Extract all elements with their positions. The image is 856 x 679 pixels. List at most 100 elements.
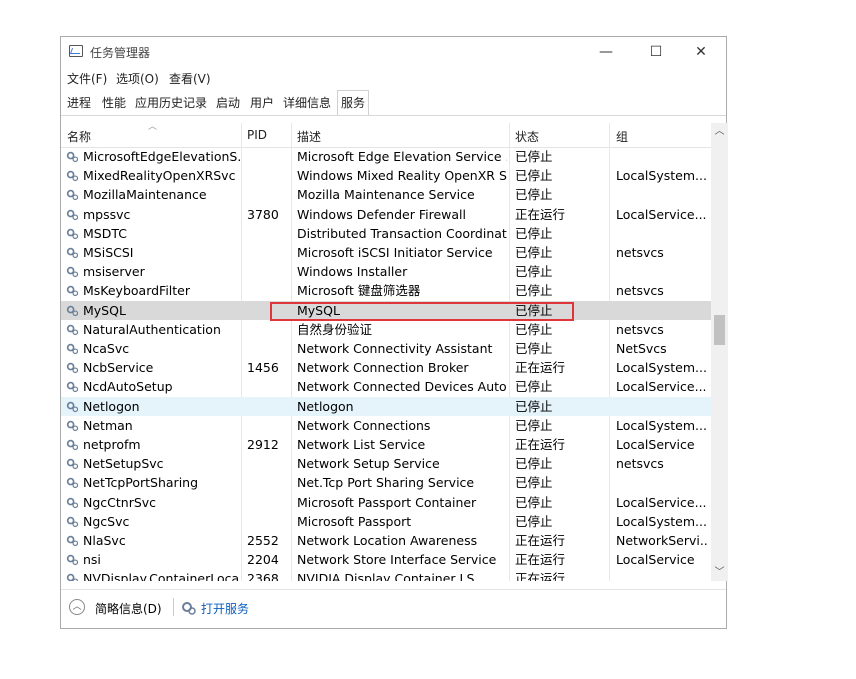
table-row[interactable]: nsi 2204 Network Store Interface Service 正在… (61, 550, 711, 569)
tab-startup[interactable]: 启动 (216, 93, 240, 113)
menu-file[interactable]: 文件(F) (67, 70, 107, 87)
column-header-status[interactable]: 状态 (515, 128, 539, 145)
service-gear-icon (66, 439, 79, 451)
table-row[interactable]: msiserver Windows Installer 已停止 (61, 262, 711, 281)
tab-app-history[interactable]: 应用历史记录 (135, 93, 207, 113)
table-row[interactable]: NgcCtnrSvc Microsoft Passport Container 已停… (61, 493, 711, 512)
menu-options[interactable]: 选项(O) (116, 70, 159, 87)
column-header-description[interactable]: 描述 (297, 128, 321, 145)
cell-description: Network Setup Service (297, 456, 440, 472)
cell-group: netsvcs (616, 283, 664, 299)
column-header-name[interactable]: 名称 (67, 128, 91, 145)
cell-name: NVDisplay.ContainerLoca... (83, 571, 240, 581)
table-row[interactable]: MSiSCSI Microsoft iSCSI Initiator Service… (61, 243, 711, 262)
cell-status: 正在运行 (515, 533, 566, 548)
table-row[interactable]: NgcSvc Microsoft Passport 已停止 LocalSystem..… (61, 512, 711, 531)
cell-status: 已停止 (515, 321, 553, 337)
cell-description: Network Connectivity Assistant (297, 341, 493, 356)
cell-status: 已停止 (515, 475, 553, 491)
tab-details[interactable]: 详细信息 (283, 93, 331, 113)
cell-description: Distributed Transaction Coordinat... (297, 225, 507, 241)
table-row[interactable]: MsKeyboardFilter Microsoft 键盘筛选器 已停止 netsvc… (61, 281, 711, 300)
cell-group: LocalService (616, 437, 695, 452)
table-row[interactable]: mpssvc 3780 Windows Defender Firewall 正在运行 L… (61, 205, 711, 224)
table-row[interactable]: NcdAutoSetup Network Connected Devices Au… (61, 377, 711, 396)
cell-name: MixedRealityOpenXRSvc (83, 168, 236, 184)
cell-name: NcdAutoSetup (83, 379, 173, 395)
cell-group: LocalSystem... (616, 417, 707, 433)
task-manager-window: 任务管理器 — ☐ ✕ 文件(F) 选项(O) 查看(V) 进程 性能 应用历史… (60, 36, 728, 629)
table-row[interactable]: MixedRealityOpenXRSvc Windows Mixed Reali… (61, 166, 711, 185)
cell-status: 已停止 (515, 187, 553, 203)
cell-status: 正在运行 (515, 437, 566, 452)
table-row[interactable]: Netman Network Connections 已停止 LocalSystem.… (61, 416, 711, 435)
cell-name: MSiSCSI (83, 245, 134, 260)
cell-pid: 3780 (247, 206, 279, 222)
cell-status: 正在运行 (515, 360, 566, 376)
tab-processes[interactable]: 进程 (67, 93, 91, 113)
open-services-link[interactable]: 打开服务 (201, 600, 249, 617)
cell-description: Microsoft Passport (297, 513, 412, 529)
menu-view[interactable]: 查看(V) (169, 70, 211, 87)
table-row[interactable]: NaturalAuthentication 自然身份验证 已停止 netsvcs (61, 320, 711, 339)
cell-group: LocalSystem... (616, 168, 707, 184)
cell-description: Network Connections (297, 417, 431, 433)
table-row[interactable]: Netlogon Netlogon 已停止 (61, 396, 711, 416)
cell-status: 已停止 (515, 398, 553, 414)
service-gear-icon (66, 458, 79, 470)
service-gear-icon (66, 209, 79, 220)
table-row[interactable]: NetSetupSvc Network Setup Service 已停止 netsv… (61, 454, 711, 473)
scroll-up-icon[interactable]: ︿ (711, 123, 728, 140)
service-gear-icon (66, 535, 79, 547)
column-header-group[interactable]: 组 (616, 128, 628, 145)
cell-name: MySQL (83, 302, 126, 318)
cell-status: 已停止 (515, 149, 553, 164)
tab-performance[interactable]: 性能 (102, 93, 126, 113)
tab-users[interactable]: 用户 (250, 93, 274, 113)
table-row[interactable]: NVDisplay.ContainerLoca... 2368 NVIDIA Dis… (61, 569, 711, 581)
maximize-button[interactable]: ☐ (641, 41, 671, 63)
close-button[interactable]: ✕ (686, 41, 716, 63)
fewer-details-link[interactable]: 简略信息(D) (95, 600, 162, 617)
tab-services[interactable]: 服务 (337, 90, 370, 115)
table-row[interactable]: MicrosoftEdgeElevationS... Microsoft Edge… (61, 147, 711, 166)
title-bar[interactable]: 任务管理器 — ☐ ✕ (61, 37, 726, 67)
table-row[interactable]: NlaSvc 2552 Network Location Awareness 正在运行… (61, 531, 711, 550)
table-row[interactable]: NcaSvc Network Connectivity Assistant 已停止 N… (61, 339, 711, 358)
vertical-scrollbar[interactable]: ︿ ﹀ (711, 123, 728, 581)
footer-divider (173, 598, 174, 616)
menu-bar: 文件(F) 选项(O) 查看(V) (61, 67, 726, 87)
cell-status: 已停止 (515, 494, 553, 510)
service-gear-icon (66, 247, 79, 259)
service-gear-icon (66, 401, 79, 412)
cell-status: 正在运行 (515, 571, 566, 581)
cell-status: 已停止 (515, 513, 553, 529)
scroll-thumb[interactable] (714, 315, 725, 345)
service-gear-icon (66, 228, 79, 239)
minimize-button[interactable]: — (591, 41, 621, 63)
service-gear-icon (66, 324, 79, 335)
table-row[interactable]: MSDTC Distributed Transaction Coordinat..… (61, 224, 711, 243)
cell-status: 已停止 (515, 456, 553, 472)
cell-description: Windows Installer (297, 264, 408, 280)
table-row[interactable]: MozillaMaintenance Mozilla Maintenance Se… (61, 185, 711, 204)
service-gear-icon (66, 151, 79, 163)
cell-name: Netlogon (83, 398, 140, 414)
cell-status: 已停止 (515, 283, 553, 299)
table-row[interactable]: NetTcpPortSharing Net.Tcp Port Sharing Se… (61, 473, 711, 492)
service-gear-icon (66, 516, 79, 527)
service-gear-icon (66, 266, 79, 278)
cell-pid: 2552 (247, 533, 279, 548)
cell-description: 自然身份验证 (297, 321, 373, 337)
service-gear-icon (66, 382, 79, 393)
collapse-up-icon[interactable]: ︿ (69, 599, 85, 615)
table-row[interactable]: netprofm 2912 Network List Service 正在运行 Loca… (61, 435, 711, 454)
cell-description: Netlogon (297, 398, 354, 414)
cell-group: NetworkServi... (616, 533, 708, 548)
cell-status: 已停止 (515, 225, 553, 241)
cell-group: LocalSystem... (616, 513, 707, 529)
scroll-down-icon[interactable]: ﹀ (711, 564, 728, 581)
table-row[interactable]: NcbService 1456 Network Connection Broker 正… (61, 358, 711, 377)
column-header-pid[interactable]: PID (247, 128, 267, 142)
cell-name: nsi (83, 552, 101, 568)
